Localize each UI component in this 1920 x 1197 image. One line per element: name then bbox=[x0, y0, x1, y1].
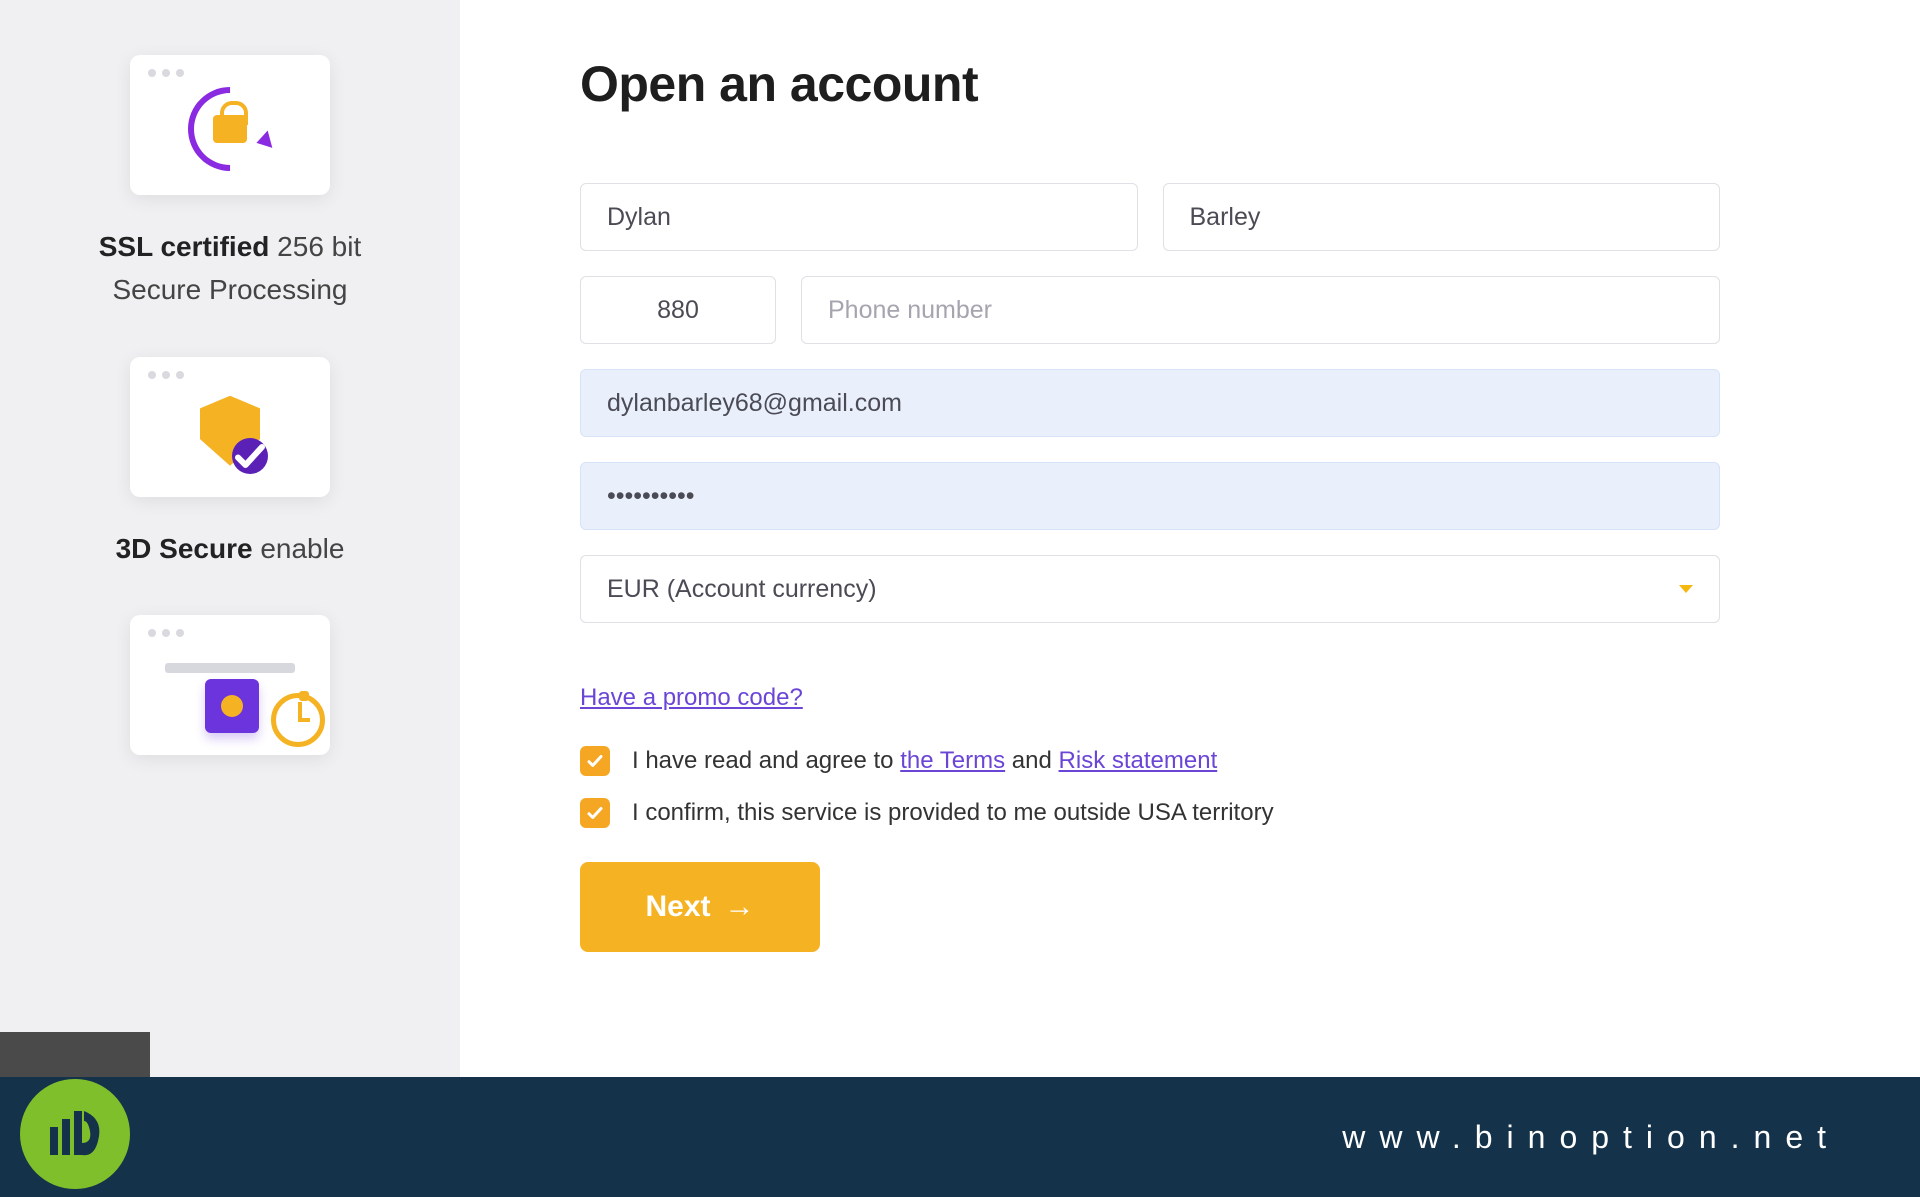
logo-icon bbox=[40, 1099, 110, 1169]
sidebar: SSL certified 256 bit Secure Processing bbox=[0, 0, 460, 1197]
ssl-line2: Secure Processing bbox=[99, 268, 362, 311]
check-icon bbox=[586, 804, 604, 822]
phone-input[interactable]: Phone number bbox=[801, 276, 1720, 344]
terms-link[interactable]: the Terms bbox=[900, 747, 1005, 774]
shield-check-icon bbox=[148, 379, 312, 483]
ssl-rest: 256 bit bbox=[269, 231, 361, 262]
check-icon bbox=[586, 752, 604, 770]
ssl-bold: SSL certified bbox=[99, 231, 270, 262]
risk-link[interactable]: Risk statement bbox=[1059, 747, 1218, 774]
terms-label: I have read and agree to the Terms and R… bbox=[632, 747, 1217, 775]
feature-ssl: SSL certified 256 bit Secure Processing bbox=[0, 55, 460, 312]
3ds-bold: 3D Secure bbox=[116, 533, 253, 564]
feature-3dsecure-card bbox=[130, 357, 330, 497]
feature-atm bbox=[0, 615, 460, 755]
3ds-rest: enable bbox=[253, 533, 345, 564]
currency-select[interactable]: EUR (Account currency) bbox=[580, 555, 1720, 623]
country-code-input[interactable]: 880 bbox=[580, 276, 776, 344]
chevron-down-icon bbox=[1679, 585, 1693, 593]
binoption-logo bbox=[20, 1079, 130, 1189]
next-button-label: Next bbox=[645, 890, 710, 924]
footer: www.binoption.net bbox=[0, 1077, 1920, 1197]
usa-checkbox[interactable] bbox=[580, 798, 610, 828]
last-name-input[interactable]: Barley bbox=[1163, 183, 1721, 251]
next-button[interactable]: Next → bbox=[580, 862, 820, 952]
terms-checkbox[interactable] bbox=[580, 746, 610, 776]
password-input[interactable]: •••••••••• bbox=[580, 462, 1720, 530]
main-content: Open an account Dylan Barley 880 Phone n… bbox=[460, 0, 1920, 1197]
feature-ssl-card bbox=[130, 55, 330, 195]
footer-url: www.binoption.net bbox=[1342, 1119, 1840, 1156]
lock-refresh-icon bbox=[148, 77, 312, 181]
feature-3dsecure: 3D Secure enable bbox=[0, 357, 460, 570]
email-input[interactable]: dylanbarley68@gmail.com bbox=[580, 369, 1720, 437]
atm-clock-icon bbox=[148, 637, 312, 741]
arrow-right-icon: → bbox=[725, 890, 755, 924]
usa-label: I confirm, this service is provided to m… bbox=[632, 799, 1274, 827]
page-title: Open an account bbox=[580, 55, 1720, 113]
feature-atm-card bbox=[130, 615, 330, 755]
first-name-input[interactable]: Dylan bbox=[580, 183, 1138, 251]
promo-code-link[interactable]: Have a promo code? bbox=[580, 684, 803, 712]
